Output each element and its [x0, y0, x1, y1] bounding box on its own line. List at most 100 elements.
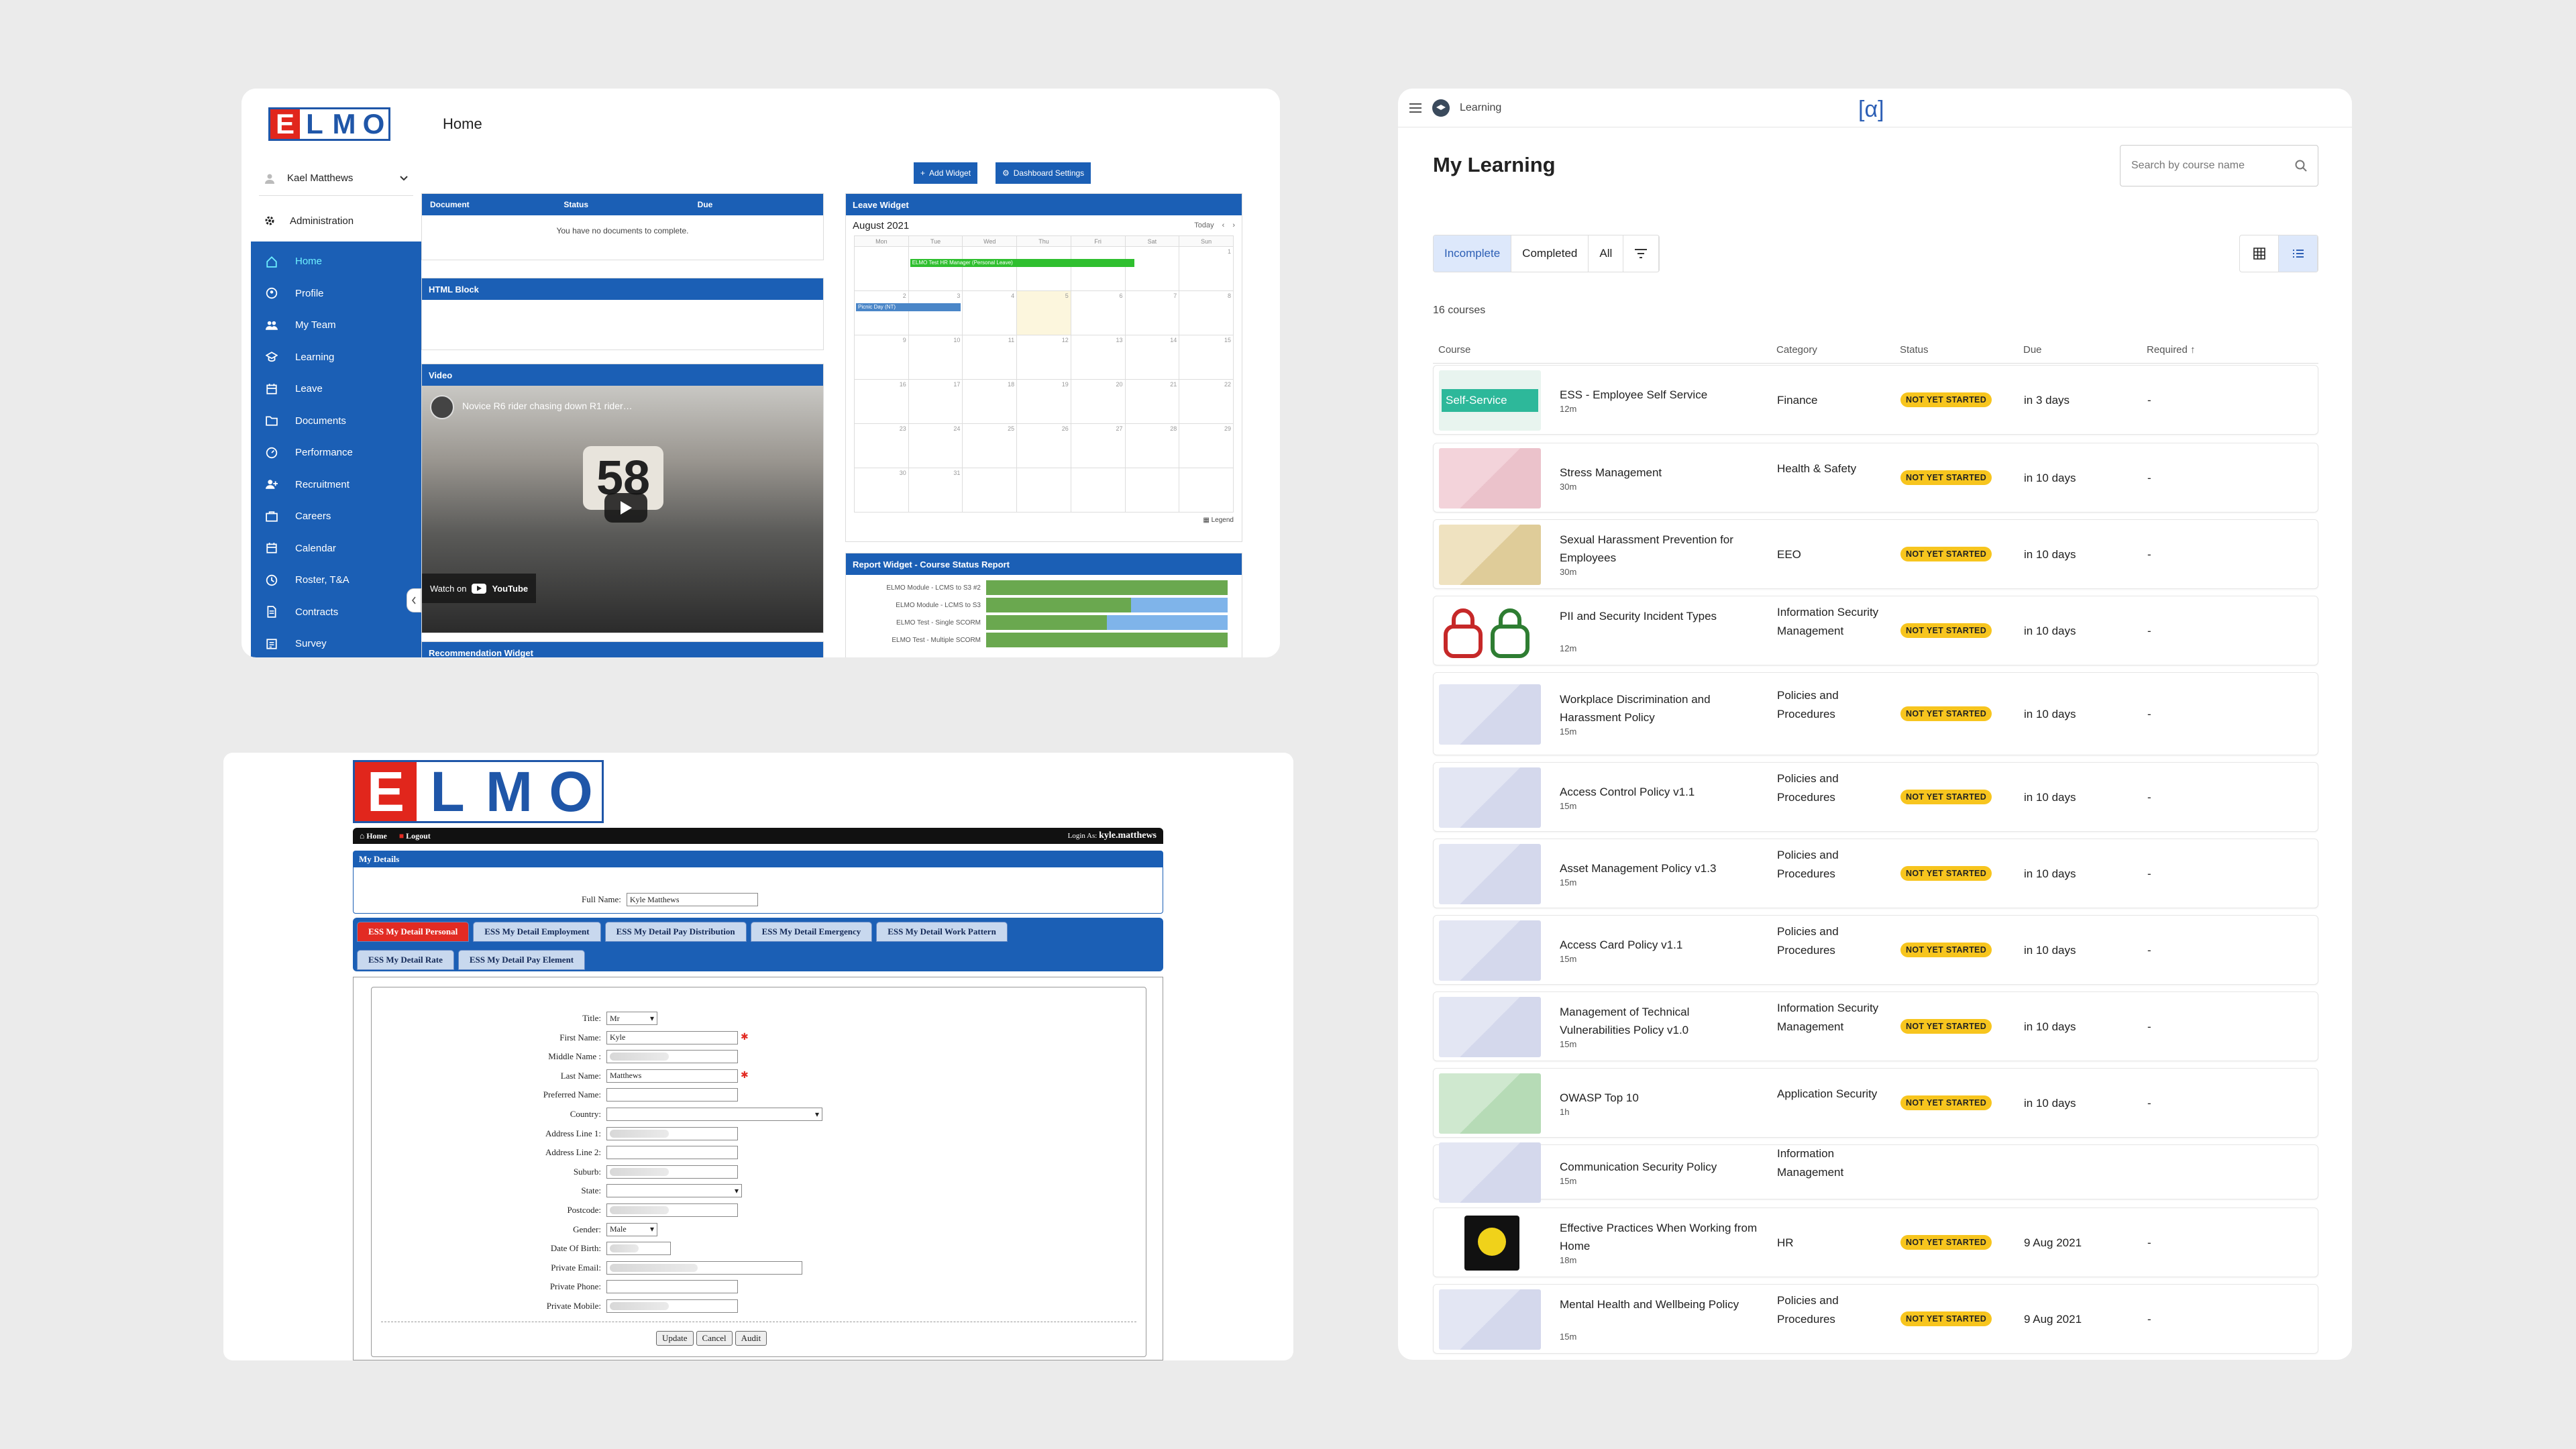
calendar-day[interactable]: 11	[962, 335, 1018, 380]
field-input[interactable]: Male ▾	[606, 1222, 657, 1236]
calendar-day[interactable]	[1070, 468, 1126, 513]
field-input[interactable]	[606, 1165, 738, 1179]
calendar-day[interactable]	[1070, 246, 1126, 291]
sidebar-item-performance[interactable]: Performance	[251, 437, 421, 469]
menu-icon[interactable]	[1409, 103, 1422, 113]
calendar-day[interactable]: 30	[854, 468, 909, 513]
calendar-day[interactable]: 13	[1070, 335, 1126, 380]
course-title[interactable]: OWASP Top 10	[1560, 1089, 1761, 1107]
add-widget-button[interactable]: + Add Widget	[914, 162, 978, 184]
prev-month-icon[interactable]: ‹	[1222, 221, 1225, 229]
calendar-day[interactable]: 2 Picnic Day (NT)	[854, 290, 961, 335]
sidebar-item-my-team[interactable]: My Team	[251, 309, 421, 341]
tab-ess-my-detail-work-pattern[interactable]: ESS My Detail Work Pattern	[876, 922, 1008, 942]
course-title[interactable]: Asset Management Policy v1.3	[1560, 859, 1761, 877]
report-bar[interactable]	[986, 633, 1228, 647]
calendar-day[interactable]: 27	[1070, 423, 1126, 468]
col-course[interactable]: Course	[1438, 344, 1470, 356]
field-input[interactable]	[606, 1146, 738, 1160]
calendar-day[interactable]: 12	[1016, 335, 1071, 380]
filter-options-button[interactable]	[1623, 235, 1660, 272]
calendar-day[interactable]: 5	[1016, 290, 1071, 335]
course-title[interactable]: PII and Security Incident Types	[1560, 607, 1761, 625]
calendar-day[interactable]: 19	[1016, 379, 1071, 424]
full-name-field[interactable]: Kyle Matthews	[626, 893, 758, 906]
field-input[interactable]	[606, 1088, 738, 1102]
course-title[interactable]: Communication Security Policy	[1560, 1158, 1761, 1176]
sidebar-item-survey[interactable]: Survey	[251, 628, 421, 657]
calendar-day[interactable]	[962, 246, 1018, 291]
today-button[interactable]: Today	[1194, 221, 1214, 229]
calendar-day[interactable]: 29	[1179, 423, 1234, 468]
course-title[interactable]: ESS - Employee Self Service	[1560, 386, 1761, 404]
calendar-day[interactable]	[1016, 468, 1071, 513]
report-bar[interactable]	[986, 615, 1228, 630]
collapse-sidebar-button[interactable]	[407, 588, 421, 612]
field-input[interactable]	[606, 1242, 671, 1256]
tab-ess-my-detail-rate[interactable]: ESS My Detail Rate	[357, 950, 454, 970]
calendar-day[interactable]	[1124, 468, 1180, 513]
administration-link[interactable]: Administration	[259, 204, 413, 237]
search-input[interactable]: Search by course name	[2131, 160, 2245, 172]
course-title[interactable]: Effective Practices When Working from Ho…	[1560, 1219, 1761, 1255]
watch-on-youtube[interactable]: Watch on YouTube	[422, 574, 537, 603]
sidebar-item-leave[interactable]: Leave	[251, 373, 421, 405]
course-row[interactable]: Workplace Discrimination and Harassment …	[1433, 672, 2318, 755]
calendar-day[interactable]: 3	[908, 290, 963, 335]
course-row[interactable]: OWASP Top 10 1h Application Security NOT YE…	[1433, 1068, 2318, 1138]
course-title[interactable]: Access Card Policy v1.1	[1560, 936, 1761, 954]
sidebar-item-contracts[interactable]: Contracts	[251, 596, 421, 629]
tab-ess-my-detail-pay-distribution[interactable]: ESS My Detail Pay Distribution	[604, 922, 747, 942]
sidebar-item-calendar[interactable]: Calendar	[251, 533, 421, 565]
audit-button[interactable]: Audit	[735, 1331, 767, 1346]
calendar-day[interactable]: 31	[908, 468, 963, 513]
course-row[interactable]: Communication Security Policy 15m Informat…	[1433, 1142, 2318, 1203]
tab-ess-my-detail-emergency[interactable]: ESS My Detail Emergency	[750, 922, 873, 942]
calendar-day[interactable]: 8	[1179, 290, 1234, 335]
field-input[interactable]	[606, 1299, 738, 1313]
field-input[interactable]: ▾	[606, 1108, 822, 1121]
field-input[interactable]: Mr ▾	[606, 1012, 657, 1025]
course-row[interactable]: Mental Health and Wellbeing Policy 15m Pol…	[1433, 1284, 2318, 1354]
sidebar-item-careers[interactable]: Careers	[251, 500, 421, 533]
course-title[interactable]: Sexual Harassment Prevention for Employe…	[1560, 531, 1761, 567]
calendar-day[interactable]: 26	[1016, 423, 1071, 468]
play-button[interactable]	[604, 493, 647, 523]
user-menu[interactable]: Kael Matthews	[259, 161, 413, 196]
field-input[interactable]	[606, 1050, 738, 1064]
calendar-day[interactable]: 15	[1179, 335, 1234, 380]
calendar-legend[interactable]: ▦ Legend	[846, 513, 1242, 528]
calendar-day[interactable]: 28	[1124, 423, 1180, 468]
logout-link[interactable]: ■ Logout	[399, 831, 431, 841]
field-input[interactable]: ▾	[606, 1184, 742, 1198]
calendar-day[interactable]: 14	[1124, 335, 1180, 380]
field-input[interactable]	[606, 1260, 802, 1275]
calendar-day[interactable]	[854, 246, 909, 291]
dashboard-settings-button[interactable]: ⚙ Dashboard Settings	[996, 162, 1091, 184]
sidebar-item-recruitment[interactable]: Recruitment	[251, 469, 421, 501]
course-title[interactable]: Stress Management	[1560, 464, 1761, 482]
sidebar-item-learning[interactable]: Learning	[251, 341, 421, 374]
sidebar-item-home[interactable]: Home	[251, 246, 421, 278]
course-row[interactable]: Access Card Policy v1.1 15m Policies and P…	[1433, 915, 2318, 985]
calendar-day[interactable]: 16	[854, 379, 909, 424]
calendar-day[interactable]: 6	[1070, 290, 1126, 335]
elmo-logo[interactable]: E L M O	[268, 107, 390, 141]
course-title[interactable]: Management of Technical Vulnerabilities …	[1560, 1003, 1761, 1039]
list-view-button[interactable]	[2279, 235, 2318, 272]
field-input[interactable]: Kyle	[606, 1030, 738, 1044]
course-row[interactable]: Sexual Harassment Prevention for Employe…	[1433, 519, 2318, 589]
course-search[interactable]: Search by course name	[2120, 145, 2318, 186]
report-bar[interactable]	[986, 598, 1228, 612]
sidebar-item-documents[interactable]: Documents	[251, 405, 421, 437]
calendar-day[interactable]	[1124, 246, 1180, 291]
calendar-day[interactable]: 22	[1179, 379, 1234, 424]
next-month-icon[interactable]: ›	[1232, 221, 1235, 229]
course-row[interactable]: Self-Service ESS - Employee Self Service 1…	[1433, 365, 2318, 435]
calendar-day[interactable]: 25	[962, 423, 1018, 468]
tab-ess-my-detail-pay-element[interactable]: ESS My Detail Pay Element	[458, 950, 586, 970]
calendar-day[interactable]: 10	[908, 335, 963, 380]
calendar-day[interactable]	[1016, 246, 1071, 291]
tab-ess-my-detail-employment[interactable]: ESS My Detail Employment	[473, 922, 601, 942]
video-player[interactable]: 58 Novice R6 rider chasing down R1 rider…	[422, 386, 823, 633]
